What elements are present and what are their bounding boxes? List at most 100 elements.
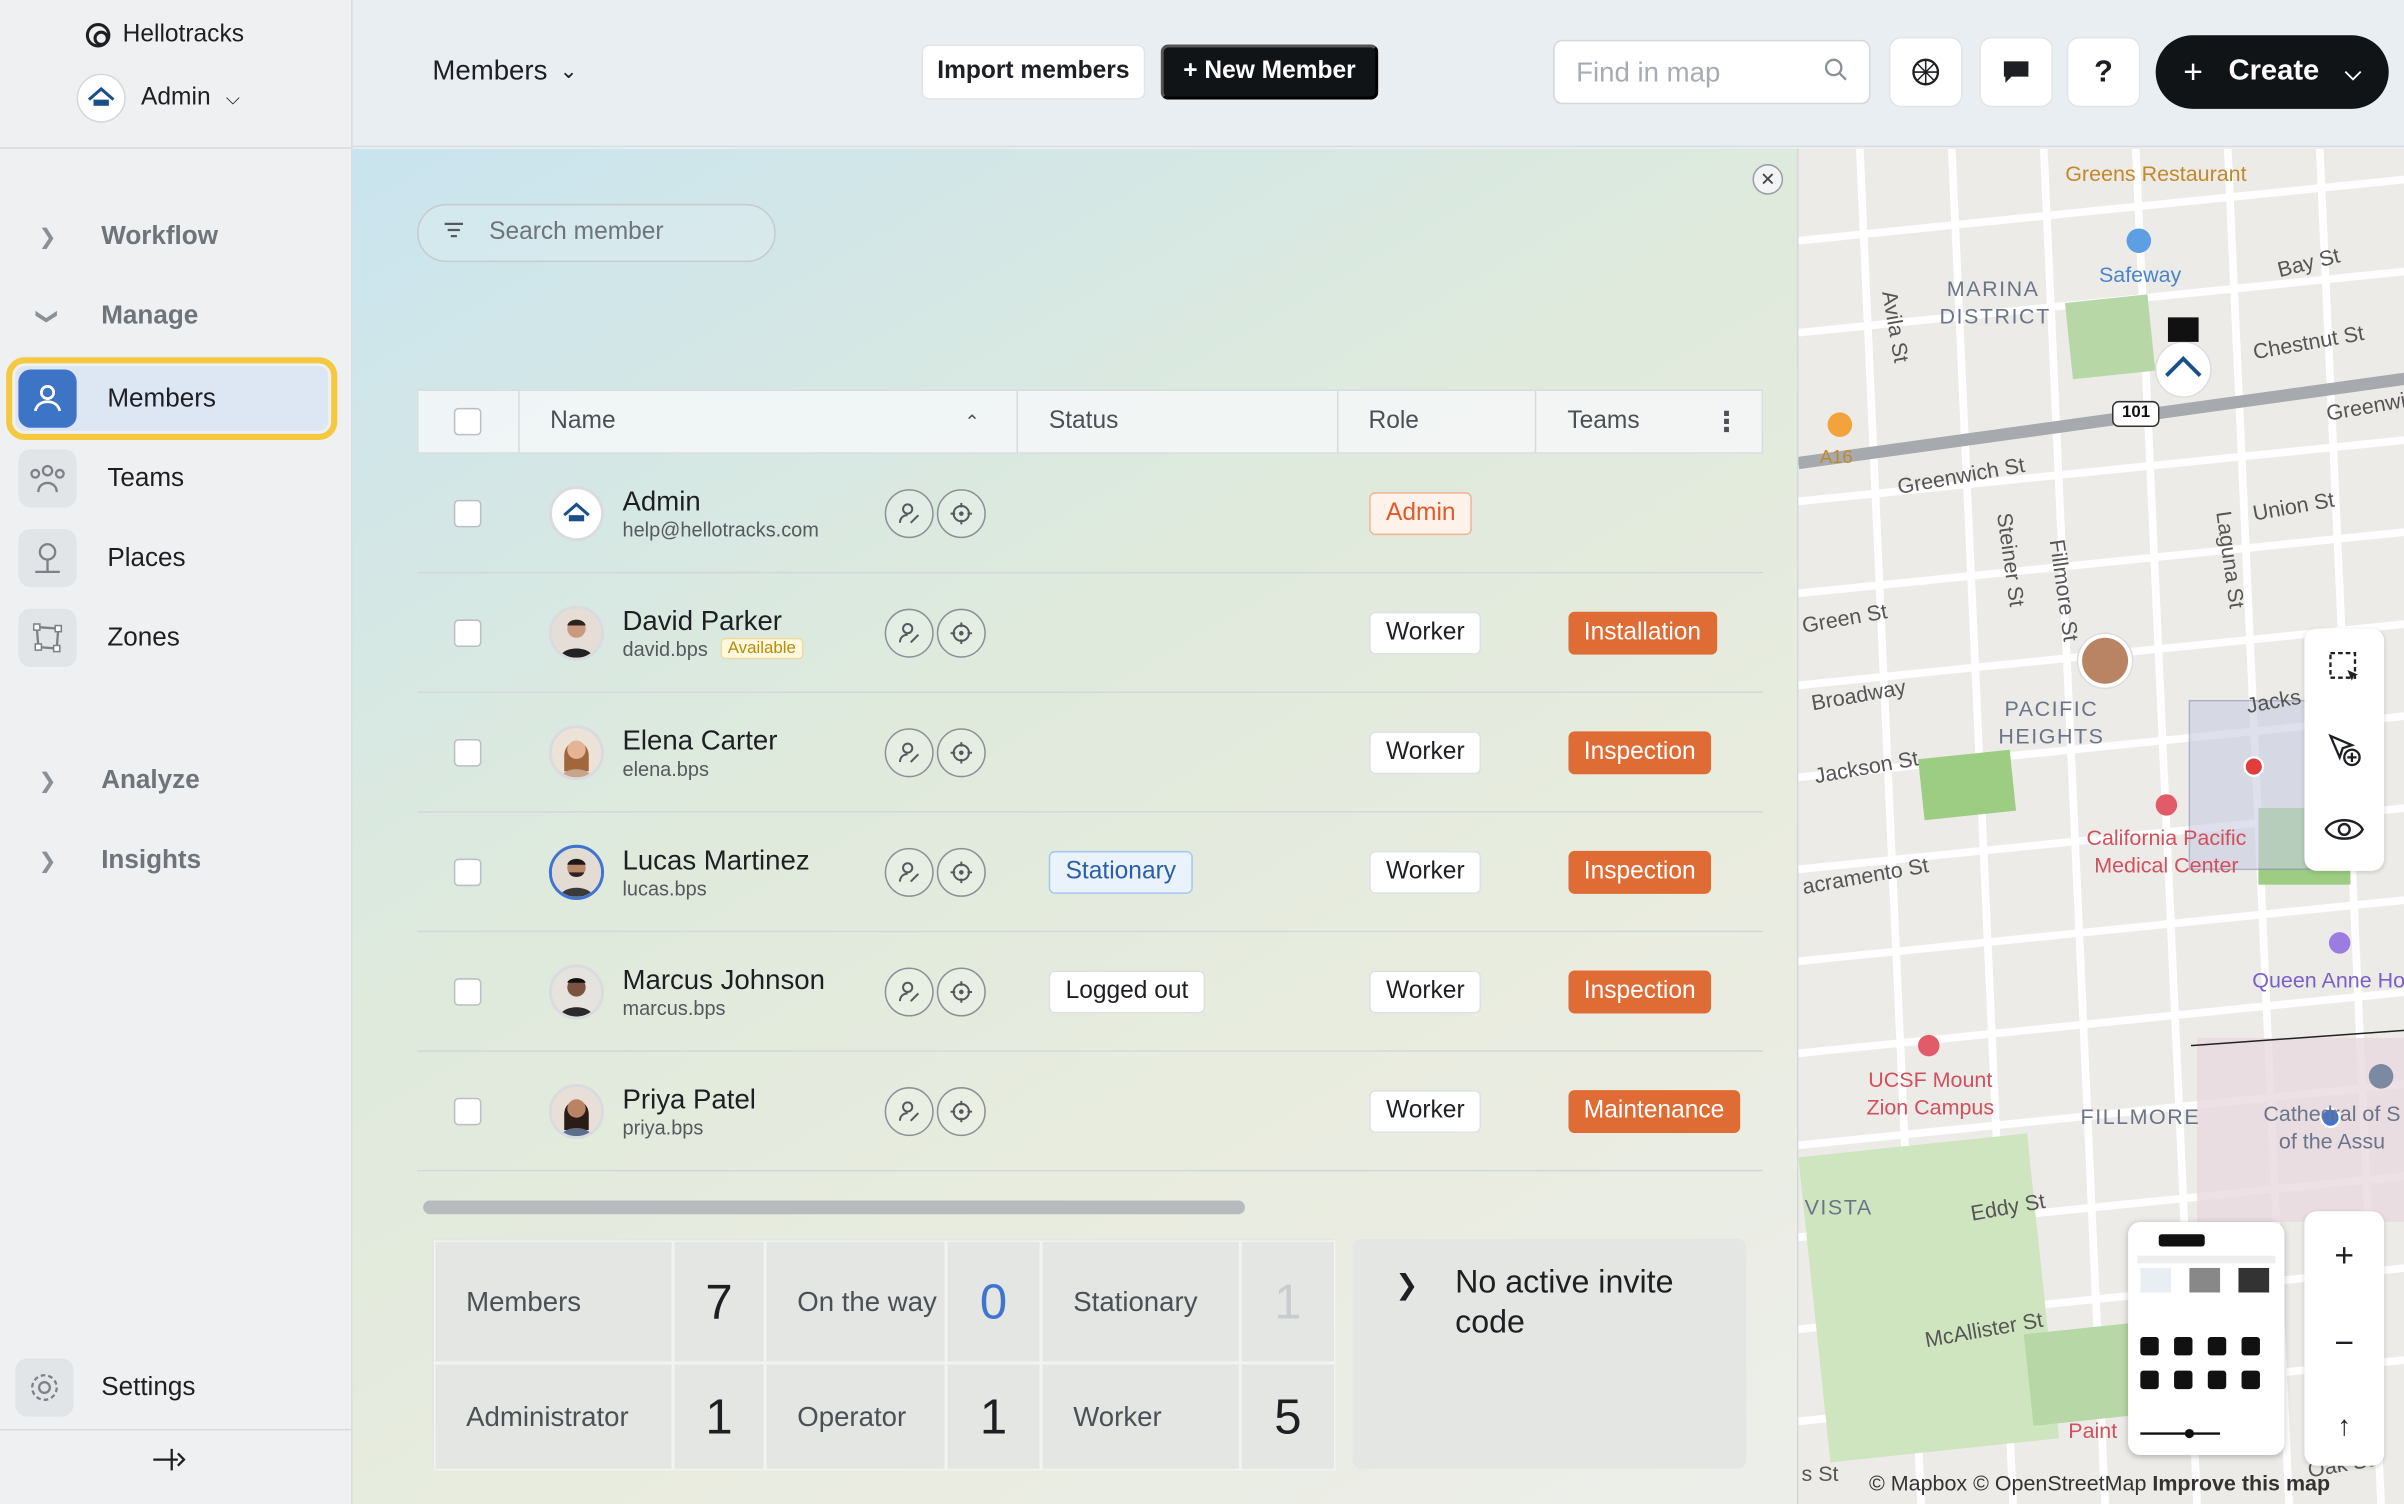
table-row[interactable]: Admin help@hellotracks.com Admin	[417, 454, 1764, 574]
map-label: California Pacific Medical Center	[2086, 824, 2247, 877]
plus-icon: +	[2183, 52, 2203, 91]
team-badge: Maintenance	[1568, 1089, 1740, 1133]
page-switcher[interactable]: Members ⌄	[432, 55, 577, 87]
locate-member-icon[interactable]	[936, 847, 986, 897]
member-name: Admin	[622, 485, 701, 516]
sidebar-item-label: Teams	[107, 463, 185, 493]
zoom-out-icon[interactable]: −	[2334, 1322, 2354, 1362]
find-in-map-field[interactable]	[1553, 39, 1871, 105]
table-row[interactable]: Marcus Johnson marcus.bps Logged out Wor…	[417, 932, 1764, 1052]
add-waypoint-icon[interactable]	[2326, 732, 2363, 776]
chevron-down-icon: ⌄	[559, 58, 578, 83]
nav-group-insights[interactable]: ❯ Insights	[34, 844, 202, 876]
visibility-eye-icon[interactable]	[2324, 816, 2365, 851]
member-email: marcus.bps	[622, 995, 726, 1019]
horizontal-scrollbar[interactable]	[423, 1200, 1245, 1215]
column-header: Role	[1368, 407, 1419, 434]
locate-member-icon[interactable]	[936, 966, 986, 1016]
edit-member-icon[interactable]	[884, 488, 934, 538]
edit-member-icon[interactable]	[884, 847, 934, 897]
map-label: UCSF Mount Zion Campus	[1866, 1067, 1995, 1120]
ai-assistant-button[interactable]	[1888, 36, 1963, 108]
member-name: Marcus Johnson	[622, 963, 825, 995]
row-checkbox[interactable]	[453, 977, 482, 1006]
avatar	[548, 604, 605, 661]
stat-label: Administrator	[433, 1363, 674, 1471]
sidebar-divider	[0, 147, 353, 149]
row-checkbox[interactable]	[453, 618, 482, 647]
column-header: Status	[1048, 407, 1119, 434]
column-teams[interactable]: Teams ⋮	[1537, 389, 1762, 453]
filter-icon	[443, 219, 464, 247]
close-panel-icon[interactable]: ✕	[1752, 164, 1784, 195]
sidebar-item-zones[interactable]: Zones	[15, 606, 328, 670]
locate-member-icon[interactable]	[936, 607, 986, 657]
nav-group-workflow[interactable]: ❯ Workflow	[34, 221, 218, 252]
sidebar-item-places[interactable]: Places	[15, 526, 328, 590]
member-cell: Lucas Martinez lucas.bps	[548, 844, 810, 900]
column-status[interactable]: Status	[1018, 389, 1338, 454]
row-checkbox[interactable]	[453, 738, 482, 766]
sidebar-item-teams[interactable]: Teams	[15, 446, 328, 510]
nav-group-manage[interactable]: ❯ Manage	[34, 300, 199, 332]
sidebar-item-settings[interactable]: Settings	[15, 1358, 196, 1417]
select-area-icon[interactable]	[2326, 648, 2363, 692]
column-role[interactable]: Role	[1338, 389, 1537, 454]
osm-link[interactable]: © OpenStreetMap	[1973, 1470, 2146, 1495]
search-member-field[interactable]	[417, 203, 776, 263]
find-in-map-input[interactable]	[1576, 55, 1807, 89]
sidebar-item-members[interactable]: Members	[6, 357, 338, 441]
nav-group-label: Insights	[101, 844, 202, 874]
new-member-button[interactable]: + New Member	[1160, 44, 1379, 100]
map-label: VISTA	[1804, 1194, 1873, 1219]
account-switcher[interactable]: Admin ⌵	[76, 73, 240, 123]
column-name[interactable]: Name ⌃	[519, 389, 1019, 454]
member-cell: Elena Carter elena.bps	[548, 724, 777, 780]
create-button[interactable]: + Create ⌵	[2155, 35, 2389, 109]
member-email: help@hellotracks.com	[622, 517, 819, 541]
edit-member-icon[interactable]	[884, 1086, 934, 1136]
row-actions	[884, 847, 986, 897]
mapbox-link[interactable]: © Mapbox	[1869, 1470, 1967, 1495]
locate-member-icon[interactable]	[936, 727, 986, 777]
improve-map-link[interactable]: Improve this map	[2152, 1470, 2330, 1495]
teams-icon	[18, 449, 77, 508]
locate-member-icon[interactable]	[936, 488, 986, 538]
edit-member-icon[interactable]	[884, 607, 934, 657]
nav-group-analyze[interactable]: ❯ Analyze	[34, 765, 200, 796]
table-row[interactable]: Elena Carter elena.bps Worker Inspection	[417, 693, 1764, 813]
edit-member-icon[interactable]	[884, 727, 934, 777]
collapse-sidebar-icon[interactable]	[150, 1444, 187, 1482]
nav-group-label: Manage	[101, 300, 199, 330]
map-view[interactable]: Greens Restaurant Safeway MARINA DISTRIC…	[1796, 148, 2404, 1504]
reset-north-icon[interactable]: ↑	[2337, 1410, 2351, 1442]
column-header: Name	[550, 407, 616, 434]
map-label: Queen Anne Ho	[2252, 967, 2404, 992]
bayview-logo-icon	[87, 86, 115, 106]
stat-label: Members	[433, 1240, 674, 1364]
search-member-input[interactable]	[489, 219, 766, 247]
row-checkbox[interactable]	[453, 857, 482, 886]
table-row[interactable]: Lucas Martinez lucas.bps Stationary Work…	[417, 813, 1764, 933]
settings-label: Settings	[101, 1372, 196, 1402]
select-all-checkbox[interactable]	[454, 407, 483, 436]
edit-member-icon[interactable]	[884, 966, 934, 1016]
members-table: Name ⌃ Status Role Teams ⋮ Admin help@he…	[417, 389, 1764, 1186]
table-row[interactable]: David Parker david.bps Available Worker I…	[417, 573, 1764, 694]
zoom-in-icon[interactable]: +	[2334, 1235, 2354, 1275]
row-checkbox[interactable]	[453, 499, 482, 527]
member-cell: Admin help@hellotracks.com	[548, 485, 819, 541]
table-row[interactable]: Priya Patel priya.bps Worker Maintenance	[417, 1052, 1764, 1172]
help-button[interactable]: ?	[2066, 36, 2141, 108]
row-checkbox[interactable]	[453, 1097, 482, 1125]
invite-code-card[interactable]: ❯ No active invite code	[1352, 1238, 1747, 1469]
map-layers-panel[interactable]	[2128, 1221, 2285, 1456]
member-email: elena.bps	[622, 756, 709, 780]
more-options-icon[interactable]: ⋮	[1713, 406, 1741, 438]
stat-value: 7	[673, 1240, 766, 1364]
member-email: lucas.bps	[622, 876, 707, 900]
member-cell: Priya Patel priya.bps	[548, 1083, 756, 1139]
messages-button[interactable]	[1979, 36, 2053, 108]
locate-member-icon[interactable]	[936, 1086, 986, 1136]
import-members-button[interactable]: Import members	[921, 44, 1146, 100]
